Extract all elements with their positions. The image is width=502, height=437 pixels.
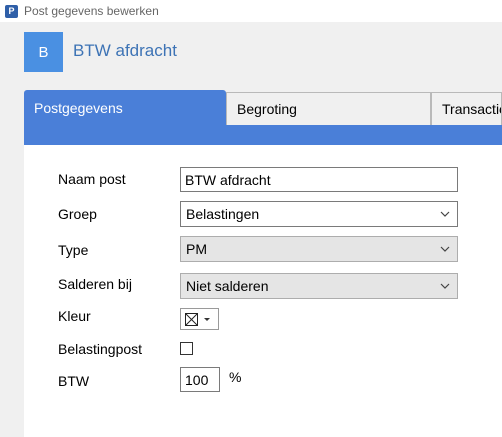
- tab-label: Begroting: [237, 101, 297, 117]
- tab-label: Transacties: [442, 101, 501, 117]
- salderen-bij-label: Salderen bij: [58, 276, 132, 292]
- chevron-down-icon: [440, 283, 450, 289]
- salderen-bij-select[interactable]: Niet salderen: [180, 273, 458, 299]
- btw-label: BTW: [58, 373, 90, 389]
- color-picker-button[interactable]: [180, 308, 219, 330]
- tab-label: Postgegevens: [34, 100, 123, 116]
- no-color-icon: [185, 312, 198, 326]
- kleur-label: Kleur: [58, 308, 91, 324]
- chevron-down-icon: [440, 211, 450, 217]
- naam-post-value: BTW afdracht: [185, 171, 271, 188]
- groep-label: Groep: [58, 206, 97, 222]
- tab-strip: [24, 125, 502, 145]
- percent-unit: %: [229, 369, 242, 385]
- groep-value: Belastingen: [186, 206, 260, 222]
- page-title: BTW afdracht: [73, 41, 177, 60]
- tab-postgegevens[interactable]: Postgegevens: [24, 90, 226, 126]
- belastingpost-checkbox[interactable]: [180, 342, 193, 355]
- type-value: PM: [186, 241, 207, 257]
- app-logo-icon: P: [5, 4, 18, 18]
- btw-value: 100: [185, 371, 209, 388]
- chevron-down-icon: [440, 246, 450, 252]
- btw-input[interactable]: 100: [180, 367, 220, 392]
- dropdown-caret-icon: [204, 317, 210, 321]
- belastingpost-label: Belastingpost: [58, 341, 143, 357]
- salderen-bij-value: Niet salderen: [186, 278, 269, 294]
- tab-begroting[interactable]: Begroting: [226, 92, 431, 125]
- type-label: Type: [58, 242, 89, 258]
- type-select[interactable]: PM: [180, 236, 458, 262]
- tab-transacties[interactable]: Transacties: [431, 92, 502, 125]
- naam-post-input[interactable]: BTW afdracht: [180, 167, 458, 192]
- groep-select[interactable]: Belastingen: [180, 201, 458, 227]
- window-titlebar: P Post gegevens bewerken: [0, 0, 502, 22]
- window-title: Post gegevens bewerken: [24, 4, 159, 18]
- naam-post-label: Naam post: [58, 171, 126, 187]
- post-badge: B: [24, 32, 63, 72]
